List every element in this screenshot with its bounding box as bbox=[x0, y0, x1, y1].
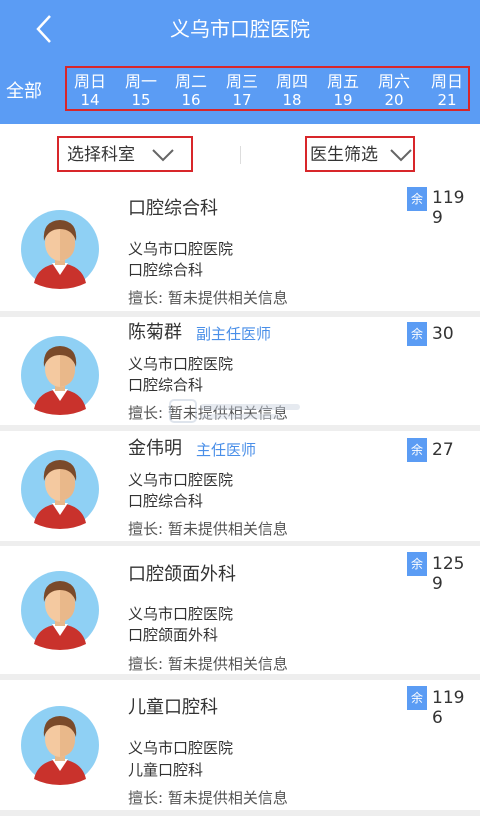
hospital-name: 义乌市口腔医院 bbox=[128, 471, 234, 489]
remaining-count: 1199 bbox=[432, 188, 465, 228]
chevron-down-icon bbox=[152, 149, 174, 162]
hospital-name: 义乌市口腔医院 bbox=[128, 240, 234, 258]
department-filter[interactable]: 选择科室 bbox=[57, 136, 193, 172]
doctor-name: 口腔颌面外科 bbox=[128, 564, 236, 585]
remaining-count: 1259 bbox=[432, 554, 465, 594]
specialty-text: 擅长: 暂未提供相关信息 bbox=[128, 520, 288, 538]
chevron-down-icon bbox=[390, 149, 412, 162]
doctor-filter[interactable]: 医生筛选 bbox=[305, 136, 415, 172]
remaining-count: 1196 bbox=[432, 688, 465, 728]
filter-bar: 选择科室 医生筛选 bbox=[0, 124, 480, 185]
doctor-avatar-icon bbox=[21, 571, 99, 650]
department-filter-label: 选择科室 bbox=[67, 145, 135, 165]
department-name: 口腔综合科 bbox=[128, 492, 204, 510]
list-item[interactable]: 口腔颌面外科 义乌市口腔医院 口腔颌面外科 擅长: 暂未提供相关信息 余 125… bbox=[0, 546, 480, 674]
list-item[interactable] bbox=[0, 816, 480, 822]
hospital-name: 义乌市口腔医院 bbox=[128, 355, 234, 373]
day-tab[interactable]: 周六 20 bbox=[369, 72, 419, 109]
doctor-title: 副主任医师 bbox=[196, 325, 272, 343]
department-name: 口腔综合科 bbox=[128, 261, 204, 279]
all-days-tab[interactable]: 全部 bbox=[6, 78, 42, 106]
hospital-name: 义乌市口腔医院 bbox=[128, 739, 234, 757]
specialty-text: 擅长: 暂未提供相关信息 bbox=[128, 655, 288, 673]
doctor-filter-label: 医生筛选 bbox=[310, 145, 378, 165]
department-name: 儿童口腔科 bbox=[128, 761, 204, 779]
doctor-avatar-icon bbox=[21, 450, 99, 529]
doctor-name: 口腔综合科 bbox=[128, 198, 218, 219]
doctor-avatar-icon bbox=[21, 210, 99, 289]
day-tab[interactable]: 周三 17 bbox=[217, 72, 267, 109]
doctor-title: 主任医师 bbox=[196, 441, 257, 459]
doctor-name: 儿童口腔科 bbox=[128, 697, 218, 718]
filter-divider bbox=[240, 146, 241, 164]
remaining-count: 30 bbox=[432, 324, 454, 344]
list-item[interactable]: 儿童口腔科 义乌市口腔医院 儿童口腔科 擅长: 暂未提供相关信息 余 1196 bbox=[0, 680, 480, 810]
remaining-badge: 余 bbox=[407, 322, 427, 346]
specialty-text: 擅长: 暂未提供相关信息 bbox=[128, 789, 288, 807]
remaining-count: 27 bbox=[432, 440, 454, 460]
day-tab[interactable]: 周四 18 bbox=[267, 72, 317, 109]
department-name: 口腔颌面外科 bbox=[128, 626, 219, 644]
day-tab[interactable]: 周日 21 bbox=[422, 72, 472, 109]
day-tab[interactable]: 周日 14 bbox=[65, 72, 115, 109]
remaining-badge: 余 bbox=[407, 438, 427, 462]
remaining-badge: 余 bbox=[407, 686, 427, 710]
doctor-avatar-icon bbox=[21, 706, 99, 785]
doctor-name: 金伟明 bbox=[128, 438, 182, 459]
remaining-badge: 余 bbox=[407, 552, 427, 576]
list-item[interactable]: 金伟明 主任医师 义乌市口腔医院 口腔综合科 擅长: 暂未提供相关信息 余 27 bbox=[0, 431, 480, 541]
list-item[interactable]: 口腔综合科 义乌市口腔医院 口腔综合科 擅长: 暂未提供相关信息 余 1199 bbox=[0, 185, 480, 311]
specialty-text: 擅长: 暂未提供相关信息 bbox=[128, 289, 288, 307]
remaining-badge: 余 bbox=[407, 187, 427, 211]
day-selector: 周日 14 周一 15 周二 16 周三 17 周四 18 周五 19 周六 20 周日 21 bbox=[65, 66, 470, 111]
day-tab[interactable]: 周一 15 bbox=[116, 72, 166, 109]
app-header: 义乌市口腔医院 全部 周日 14 周一 15 周二 16 周三 17 周四 18 周五 19… bbox=[0, 0, 480, 124]
watermark-logo bbox=[169, 399, 300, 423]
page-title: 义乌市口腔医院 bbox=[170, 17, 310, 41]
doctor-avatar-icon bbox=[21, 336, 99, 415]
day-tab[interactable]: 周五 19 bbox=[318, 72, 368, 109]
doctor-name: 陈菊群 bbox=[128, 322, 182, 343]
day-tab[interactable]: 周二 16 bbox=[166, 72, 216, 109]
department-name: 口腔综合科 bbox=[128, 376, 204, 394]
hospital-name: 义乌市口腔医院 bbox=[128, 605, 234, 623]
